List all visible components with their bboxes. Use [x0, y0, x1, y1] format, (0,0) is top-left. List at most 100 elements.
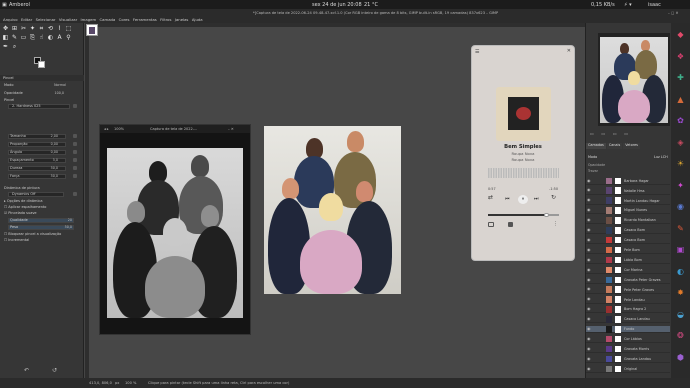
quality-row[interactable]: Qualidade 20 — [2, 218, 80, 223]
edit-brush-icon[interactable] — [73, 104, 77, 108]
previous-icon[interactable]: ⏮ — [505, 196, 510, 203]
launcher-app-icon[interactable]: ☀ — [674, 158, 687, 169]
visibility-eye-icon[interactable]: ◉ — [587, 346, 591, 351]
clone-tool-icon[interactable]: ⎘ — [29, 34, 36, 41]
reset-option-icon[interactable] — [73, 150, 77, 154]
visibility-eye-icon[interactable]: ◉ — [587, 188, 591, 192]
cage-tool-icon[interactable]: ⬚ — [65, 25, 72, 32]
visibility-eye-icon[interactable]: ◉ — [587, 356, 591, 361]
launcher-app-icon[interactable]: ▲ — [674, 94, 687, 105]
launcher-app-icon[interactable]: ❖ — [674, 51, 687, 62]
bw-zoom[interactable]: 100% — [114, 127, 124, 131]
reset-option-icon[interactable] — [73, 134, 77, 138]
layer-row[interactable]: ◉ Pele Bom — [586, 246, 670, 255]
check-dynamics-options[interactable]: ▸ Opções de dinâmica — [2, 199, 80, 204]
launcher-app-icon[interactable]: ❂ — [674, 330, 687, 341]
layer-row[interactable]: ◉ Ricardo Montalban — [586, 217, 670, 225]
menu-editar[interactable]: Editar — [21, 17, 32, 22]
tab-vetores[interactable]: Vetores — [623, 143, 640, 149]
align-tool-icon[interactable]: ⊞ — [11, 25, 18, 32]
launcher-app-icon[interactable]: ◒ — [674, 309, 687, 320]
tab-camadas[interactable]: Camadas — [586, 143, 606, 149]
color-picker-icon[interactable]: ⚲ — [65, 34, 72, 41]
edit-dynamics-icon[interactable] — [73, 192, 77, 196]
player-close-icon[interactable]: ✕ — [567, 48, 571, 54]
horizontal-ruler[interactable] — [85, 23, 585, 27]
move-tool-icon[interactable]: ✥ — [2, 25, 9, 32]
paintbrush-tool-icon[interactable]: ✎ — [11, 34, 18, 41]
nav-controls[interactable]: ▭ ▭ ▭ ▭ — [590, 131, 670, 137]
zoom-select[interactable]: 100 % — [125, 381, 136, 385]
visibility-eye-icon[interactable]: ◉ — [587, 297, 591, 301]
brush-select[interactable]: 2. Hardness 025 — [2, 104, 80, 109]
navigation-preview[interactable] — [598, 33, 670, 126]
launcher-app-icon[interactable]: ✸ — [674, 287, 687, 298]
volume-track[interactable] — [488, 212, 559, 217]
dodge-tool-icon[interactable]: ◐ — [47, 34, 54, 41]
layer-row[interactable]: ◉ Bom Hagra 2 — [586, 306, 670, 314]
visibility-eye-icon[interactable]: ◉ — [587, 366, 591, 371]
reset-option-icon[interactable] — [73, 166, 77, 170]
visibility-eye-icon[interactable]: ◉ — [587, 218, 591, 222]
option-row-4[interactable]: Dureza 50,0 — [2, 166, 80, 171]
reset-option-icon[interactable] — [73, 158, 77, 162]
launcher-app-icon[interactable]: ◆ — [674, 29, 687, 40]
option-row-2[interactable]: Ângulo 0,00 — [2, 150, 80, 155]
image-tab-thumbnail[interactable] — [86, 24, 98, 36]
gradient-tool-icon[interactable]: ◧ — [2, 34, 9, 41]
launcher-app-icon[interactable]: ✚ — [674, 72, 687, 83]
brush-row[interactable]: Pincel — [2, 98, 80, 103]
eraser-tool-icon[interactable]: ▭ — [20, 34, 27, 41]
layer-row[interactable]: ◉ Martin Landau Hagar — [586, 197, 670, 205]
fuzzy-select-icon[interactable]: ✦ — [29, 25, 36, 32]
visibility-eye-icon[interactable]: ◉ — [587, 247, 591, 252]
weather[interactable]: 21 °C — [364, 2, 378, 8]
layer-row[interactable]: ◉ Gravata Morris — [586, 345, 670, 354]
visibility-eye-icon[interactable]: ◉ — [587, 336, 591, 341]
playlist-icon[interactable]: ☰ — [475, 49, 479, 55]
mode-row[interactable]: Modo Normal — [2, 83, 80, 88]
visibility-eye-icon[interactable]: ◉ — [587, 257, 591, 262]
layer-row[interactable]: ◉ Casaco Bom — [586, 236, 670, 245]
layer-mode-value[interactable]: Luz LCH — [654, 155, 668, 159]
launcher-app-icon[interactable]: ▣ — [674, 244, 687, 255]
reset-option-icon[interactable] — [73, 174, 77, 178]
launcher-app-icon[interactable]: ✿ — [674, 115, 687, 126]
crop-tool-icon[interactable]: ⌗ — [38, 25, 45, 32]
volume-knob[interactable] — [544, 212, 549, 217]
menu-icon[interactable]: ⋮ — [553, 221, 558, 227]
launcher-app-icon[interactable]: ◉ — [674, 201, 687, 212]
layer-row[interactable]: ◉ Casaco Bom — [586, 227, 670, 235]
zoom-tool-icon[interactable]: ⌕ — [11, 43, 18, 50]
color-photo[interactable] — [264, 126, 401, 294]
layer-row[interactable]: ◉ Lábia Bom — [586, 256, 670, 264]
launcher-app-icon[interactable]: ⬢ — [674, 352, 687, 363]
menu-cores[interactable]: Cores — [119, 17, 130, 22]
weight-row[interactable]: Peso 50,0 — [2, 225, 80, 230]
option-row-5[interactable]: Força 50,0 — [2, 174, 80, 179]
unified-transform-icon[interactable]: ⟲ — [47, 25, 54, 32]
visibility-eye-icon[interactable]: ◉ — [587, 317, 591, 321]
visibility-eye-icon[interactable]: ◉ — [587, 287, 591, 291]
layer-row[interactable]: ◉ Barbara Hagar — [586, 177, 670, 185]
visibility-eye-icon[interactable]: ◉ — [587, 198, 591, 202]
layer-row[interactable]: ◉ Casaco Landau — [586, 316, 670, 324]
menu-imagem[interactable]: Imagem — [81, 17, 97, 22]
layer-row[interactable]: ◉ Natalie Hrss — [586, 187, 670, 195]
visibility-eye-icon[interactable]: ◉ — [587, 267, 591, 272]
bw-window-controls[interactable]: – ✕ — [228, 127, 234, 131]
layer-row[interactable]: ◉ Fundo — [586, 325, 670, 334]
smudge-tool-icon[interactable]: ☝ — [38, 34, 45, 41]
next-icon[interactable]: ⏭ — [534, 196, 539, 203]
check-incremental[interactable]: ☐ Incremental — [2, 238, 80, 243]
menu-selecionar[interactable]: Selecionar — [36, 17, 56, 22]
unit-select[interactable]: px — [115, 381, 119, 385]
menu-arquivo[interactable]: Arquivo — [3, 17, 18, 22]
menu-visualizar[interactable]: Visualizar — [59, 17, 77, 22]
visibility-eye-icon[interactable]: ◉ — [587, 327, 591, 331]
visibility-eye-icon[interactable]: ◉ — [587, 178, 591, 183]
tab-canais[interactable]: Canais — [606, 143, 623, 149]
reset-icon[interactable]: ↺ — [52, 367, 57, 374]
shuffle-icon[interactable]: ⇄ — [488, 194, 493, 201]
tray-icons[interactable]: ⚡ ▾ — [624, 2, 632, 8]
